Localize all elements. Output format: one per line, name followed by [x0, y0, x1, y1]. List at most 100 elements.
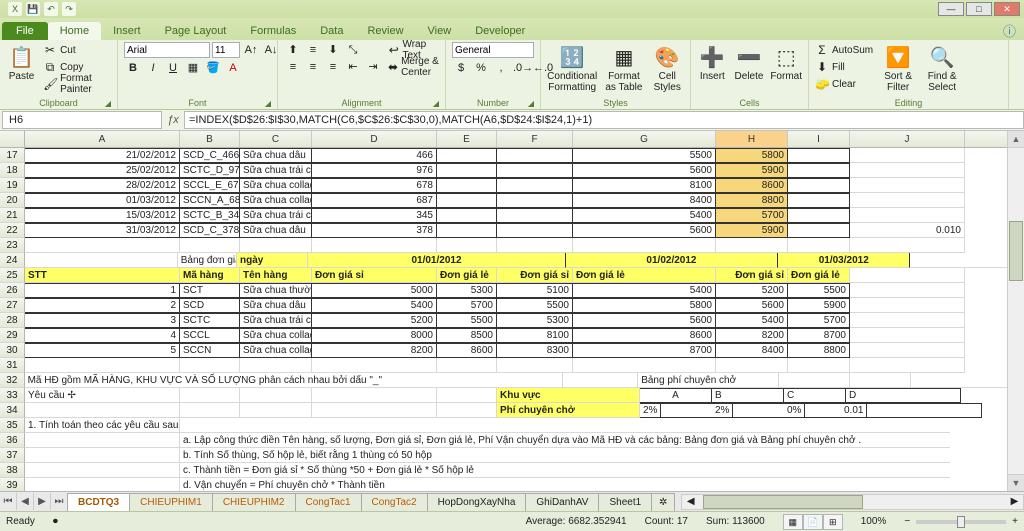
cell[interactable]: SCD_C_378	[180, 223, 240, 238]
cell[interactable]	[850, 343, 965, 358]
row-header[interactable]: 38	[0, 463, 25, 478]
cell[interactable]: 28/02/2012	[25, 178, 180, 193]
cell[interactable]	[25, 478, 180, 491]
col-header[interactable]: C	[240, 131, 312, 147]
format-cells-button[interactable]: ⬚Format	[770, 42, 802, 82]
cell-styles-button[interactable]: 🎨Cell Styles	[650, 42, 684, 93]
cell[interactable]	[180, 418, 950, 433]
cell[interactable]: Sữa chua trái cây	[240, 208, 312, 223]
delete-cells-button[interactable]: ➖Delete	[734, 42, 765, 82]
save-qat-icon[interactable]: 💾	[26, 2, 40, 16]
formula-input[interactable]: =INDEX($D$26:$I$30,MATCH(C6,$C$26:$C$30,…	[184, 111, 1024, 129]
zoom-out-button[interactable]: −	[904, 516, 910, 527]
cell[interactable]: 8400	[573, 193, 716, 208]
col-header[interactable]: F	[497, 131, 573, 147]
cell[interactable]	[312, 388, 437, 403]
sort-filter-button[interactable]: 🔽Sort & Filter	[879, 42, 917, 93]
zoom-slider[interactable]	[916, 520, 1006, 524]
sheet-tab[interactable]: CongTac2	[361, 493, 428, 511]
new-sheet-button[interactable]: ✲	[651, 493, 675, 511]
cell[interactable]	[180, 358, 240, 373]
cell[interactable]: 25/02/2012	[25, 163, 180, 178]
underline-button[interactable]: U	[164, 60, 182, 76]
cell[interactable]	[497, 223, 573, 238]
comma-icon[interactable]: ,	[492, 60, 510, 76]
cell[interactable]	[573, 238, 716, 253]
cell[interactable]: 2%	[640, 403, 661, 418]
sheet-nav-prev-icon[interactable]: ◀	[17, 493, 34, 510]
fill-button[interactable]: ⬇Fill	[815, 59, 873, 75]
row-header[interactable]: 26	[0, 283, 25, 298]
cell[interactable]: 0%	[733, 403, 805, 418]
font-color-button[interactable]: A	[224, 60, 242, 76]
cell[interactable]	[497, 208, 573, 223]
cell[interactable]: SCCL_E_678	[180, 178, 240, 193]
cell[interactable]: 5400	[573, 208, 716, 223]
scroll-left-icon[interactable]: ◀	[682, 496, 699, 507]
cell[interactable]: Tên hàng	[240, 268, 312, 283]
minimize-button[interactable]: —	[938, 2, 964, 16]
cell[interactable]: a. Lập công thức điền Tên hàng, số lượng…	[180, 433, 950, 448]
cell[interactable]: 8600	[437, 343, 497, 358]
cell[interactable]: SCCN_A_687	[180, 193, 240, 208]
cell[interactable]	[25, 403, 180, 418]
cell[interactable]: 8100	[497, 328, 573, 343]
cell[interactable]: 8000	[312, 328, 437, 343]
cell[interactable]: Sữa chua dâu	[240, 298, 312, 313]
cell[interactable]: SCTC_D_976	[180, 163, 240, 178]
row-header[interactable]: 19	[0, 178, 25, 193]
sheet-tab[interactable]: CongTac1	[295, 493, 362, 511]
col-header[interactable]: A	[25, 131, 180, 147]
horizontal-scrollbar[interactable]: ◀ ▶	[681, 494, 1024, 510]
cell[interactable]	[497, 178, 573, 193]
cell[interactable]: 345	[312, 208, 437, 223]
cell[interactable]	[437, 208, 497, 223]
format-as-table-button[interactable]: ▦Format as Table	[603, 42, 644, 93]
orientation-icon[interactable]: ⤡	[344, 42, 362, 58]
sheet-nav-first-icon[interactable]: ⏮	[0, 493, 17, 510]
cell[interactable]	[788, 238, 850, 253]
cell[interactable]: Đơn giá sỉ	[312, 268, 437, 283]
row-header[interactable]: 28	[0, 313, 25, 328]
cell[interactable]	[25, 238, 180, 253]
cell[interactable]	[788, 358, 850, 373]
col-header[interactable]: G	[573, 131, 716, 147]
cell[interactable]	[563, 373, 638, 388]
cell[interactable]: Sữa chua trái cây	[240, 163, 312, 178]
scroll-thumb[interactable]	[1009, 221, 1023, 281]
cell[interactable]: 5300	[497, 313, 573, 328]
cell[interactable]: Phí chuyên chở	[497, 403, 640, 418]
cell[interactable]: Đơn giá sỉ	[716, 268, 788, 283]
cell[interactable]: 5400	[716, 313, 788, 328]
insert-cells-button[interactable]: ➕Insert	[697, 42, 728, 82]
cell[interactable]: d. Vận chuyển = Phí chuyên chở * Thành t…	[180, 478, 950, 491]
cell[interactable]: SCT	[180, 283, 240, 298]
cell[interactable]	[850, 358, 965, 373]
cell[interactable]: Sữa chua collagen lựu	[240, 328, 312, 343]
sheet-nav-last-icon[interactable]: ⏭	[51, 493, 68, 510]
zoom-level[interactable]: 100%	[861, 516, 887, 527]
autosum-button[interactable]: ΣAutoSum	[815, 42, 873, 58]
row-header[interactable]: 32	[0, 373, 25, 388]
cell[interactable]: 5500	[788, 283, 850, 298]
increase-indent-icon[interactable]: ⇥	[364, 59, 382, 75]
maximize-button[interactable]: □	[966, 2, 992, 16]
cell[interactable]	[850, 283, 965, 298]
cell[interactable]	[716, 238, 788, 253]
row-header[interactable]: 29	[0, 328, 25, 343]
cell[interactable]: 8600	[716, 178, 788, 193]
cell[interactable]: Đơn giá lẻ	[573, 268, 716, 283]
cell[interactable]	[850, 208, 965, 223]
cell[interactable]: 678	[312, 178, 437, 193]
cell[interactable]: b. Tính Số thùng, Số hộp lẻ, biết rằng 1…	[180, 448, 950, 463]
row-header[interactable]: 25	[0, 268, 25, 283]
cell[interactable]: Bảng đơn giá	[178, 253, 237, 268]
cell[interactable]: 01/03/2012	[778, 253, 910, 268]
row-header[interactable]: 33	[0, 388, 25, 403]
row-header[interactable]: 30	[0, 343, 25, 358]
cell[interactable]	[437, 388, 497, 403]
cell[interactable]: 01/01/2012	[308, 253, 566, 268]
cell[interactable]: 378	[312, 223, 437, 238]
row-header[interactable]: 37	[0, 448, 25, 463]
cell[interactable]: 1	[25, 283, 180, 298]
